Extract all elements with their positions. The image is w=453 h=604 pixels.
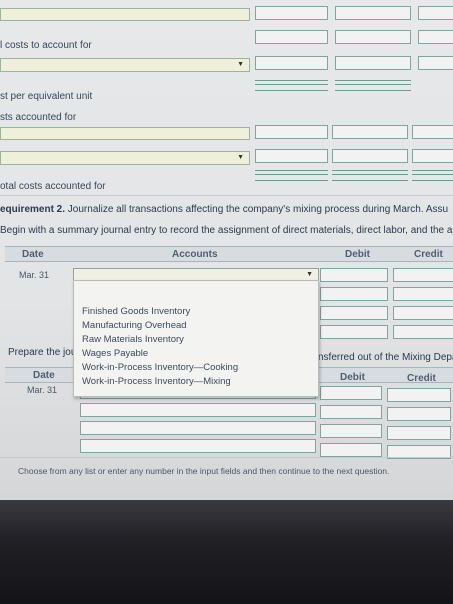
journal1-credit-1[interactable] [393, 268, 453, 282]
journal1-date: Mar. 31 [19, 270, 50, 280]
journal2-header-debit: Debit [340, 372, 365, 383]
journal2-header-date: Date [33, 370, 55, 381]
journal2-credit-1[interactable] [387, 388, 451, 402]
mid-cell-1a[interactable] [255, 125, 328, 139]
top-cell-2c[interactable] [418, 30, 453, 44]
worksheet-page: l costs to account for ▼ st per equivale… [0, 0, 453, 500]
journal2-credit-3[interactable] [387, 426, 451, 440]
mid-total-line-c [412, 170, 453, 181]
journal1-header [5, 246, 453, 262]
requirement-instruction: Begin with a summary journal entry to re… [0, 225, 453, 236]
journal1-debit-4[interactable] [320, 325, 388, 339]
mid-total-line-b [332, 170, 408, 181]
label-total-accounted: otal costs accounted for [0, 181, 106, 192]
top-input-row-1[interactable] [0, 8, 250, 21]
menu-item-wages-payable[interactable]: Wages Payable [82, 348, 148, 359]
mid-input-row-1[interactable] [0, 127, 250, 140]
footer-hint: Choose from any list or enter any number… [18, 466, 390, 476]
label-cost-per-unit: st per equivalent unit [0, 91, 93, 102]
top-cell-2a[interactable] [255, 30, 328, 44]
journal1-credit-2[interactable] [393, 287, 453, 301]
requirement-line: equirement 2. Journalize all transaction… [0, 204, 448, 215]
menu-item-wip-cooking[interactable]: Work-in-Process Inventory—Cooking [82, 362, 238, 373]
top-cell-3a[interactable] [255, 56, 328, 70]
journal1-header-credit: Credit [414, 249, 443, 260]
account-dropdown-menu: Finished Goods Inventory Manufacturing O… [73, 280, 319, 397]
top-total-line-b [335, 80, 411, 91]
menu-item-manufacturing-overhead[interactable]: Manufacturing Overhead [82, 320, 187, 331]
menu-item-finished-goods[interactable]: Finished Goods Inventory [82, 306, 190, 317]
top-cell-3b[interactable] [335, 56, 411, 70]
journal1-header-debit: Debit [345, 249, 370, 260]
top-cell-1b[interactable] [335, 6, 411, 20]
journal1-debit-3[interactable] [320, 306, 388, 320]
journal1-header-date: Date [22, 249, 44, 260]
top-dropdown-1[interactable]: ▼ [0, 58, 250, 72]
journal2-credit-2[interactable] [387, 407, 451, 421]
label-costs-accounted: sts accounted for [0, 112, 77, 123]
journal1-debit-1[interactable] [320, 268, 388, 282]
prepare-text-right: nsferred out of the Mixing Depa [318, 352, 453, 363]
mid-total-line-a [255, 170, 328, 181]
mid-dropdown-1[interactable]: ▼ [0, 151, 250, 165]
mid-cell-1b[interactable] [332, 125, 408, 139]
journal1-credit-4[interactable] [393, 325, 453, 339]
journal1-credit-3[interactable] [393, 306, 453, 320]
journal2-account-4[interactable] [80, 439, 316, 453]
chevron-down-icon: ▼ [237, 154, 244, 161]
journal2-debit-2[interactable] [320, 405, 382, 419]
screen-bezel [0, 500, 453, 604]
mid-cell-1c[interactable] [412, 125, 453, 139]
journal1-debit-2[interactable] [320, 287, 388, 301]
divider [0, 195, 453, 196]
label-costs-to-account: l costs to account for [0, 40, 92, 51]
footer-divider [0, 457, 453, 458]
journal2-debit-4[interactable] [320, 443, 382, 457]
menu-item-wip-mixing[interactable]: Work-in-Process Inventory—Mixing [82, 376, 231, 387]
mid-cell-2b[interactable] [332, 149, 408, 163]
journal1-header-accounts: Accounts [172, 249, 218, 260]
chevron-down-icon: ▼ [306, 271, 313, 278]
journal2-debit-3[interactable] [320, 424, 382, 438]
top-cell-1a[interactable] [255, 6, 328, 20]
journal2-debit-1[interactable] [320, 386, 382, 400]
chevron-down-icon: ▼ [237, 61, 244, 68]
mid-cell-2c[interactable] [412, 149, 453, 163]
requirement-title: equirement 2. [0, 204, 66, 215]
mid-cell-2a[interactable] [255, 149, 328, 163]
menu-item-raw-materials[interactable]: Raw Materials Inventory [82, 334, 184, 345]
top-cell-3c[interactable] [418, 56, 453, 70]
journal2-account-3[interactable] [80, 421, 316, 435]
journal2-header-credit: Credit [407, 373, 436, 384]
top-cell-2b[interactable] [335, 30, 411, 44]
journal2-account-2[interactable] [80, 403, 316, 417]
requirement-text: Journalize all transactions affecting th… [65, 204, 449, 215]
journal2-date: Mar. 31 [27, 385, 58, 395]
top-total-line-a [255, 80, 328, 91]
top-cell-1c[interactable] [418, 6, 453, 20]
